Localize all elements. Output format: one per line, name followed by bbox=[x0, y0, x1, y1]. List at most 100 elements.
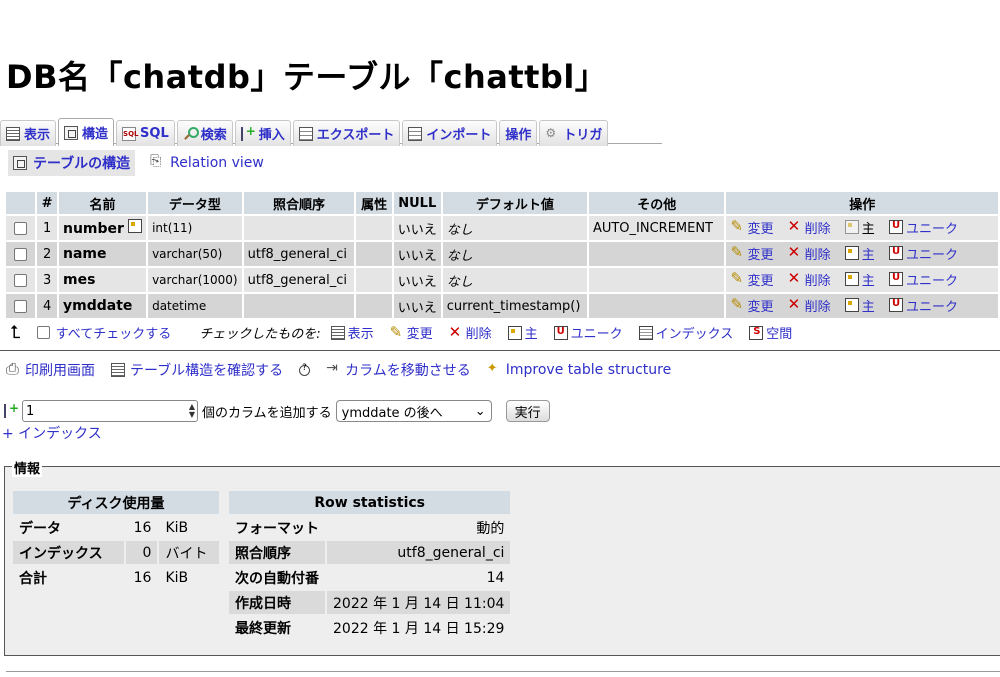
header-attributes: 属性 bbox=[356, 192, 392, 214]
pencil-icon bbox=[730, 243, 744, 261]
check-all-checkbox[interactable] bbox=[36, 326, 50, 339]
arrow-up-left-icon: ⮤ bbox=[10, 322, 21, 343]
tab-structure[interactable]: 構造 bbox=[58, 118, 115, 146]
row-checkbox[interactable] bbox=[14, 221, 28, 235]
drop-button[interactable]: 削除 bbox=[788, 269, 831, 289]
change-button[interactable]: 変更 bbox=[730, 243, 773, 263]
subnav-table-structure[interactable]: テーブルの構造 bbox=[8, 150, 136, 176]
change-button[interactable]: 変更 bbox=[730, 295, 773, 315]
unique-button[interactable]: ユニーク bbox=[888, 244, 958, 263]
column-null: いいえ bbox=[393, 294, 441, 318]
header-collation: 照合順序 bbox=[243, 192, 355, 214]
change-button[interactable]: 変更 bbox=[730, 269, 773, 289]
table-row: 2 name varchar(50) utf8_general_ci いいえ な… bbox=[6, 242, 998, 266]
primary-button-disabled: 主 bbox=[844, 218, 875, 237]
row-statistics-table: Row statistics フォーマット 動的 照合順序 utf8_gener… bbox=[227, 489, 512, 641]
structure-icon bbox=[13, 156, 27, 170]
move-columns-link[interactable]: カラムを移動させる bbox=[326, 360, 471, 380]
structure-icon bbox=[64, 125, 79, 140]
help-icon[interactable] bbox=[299, 363, 311, 376]
tab-insert[interactable]: 挿入 bbox=[234, 120, 291, 146]
primary-button[interactable]: 主 bbox=[844, 296, 875, 315]
tab-import[interactable]: インポート bbox=[402, 120, 498, 146]
browse-icon bbox=[6, 126, 20, 141]
primary-key-icon bbox=[844, 272, 859, 287]
unique-button[interactable]: ユニーク bbox=[888, 296, 958, 315]
column-attributes bbox=[356, 242, 392, 266]
drop-button[interactable]: 削除 bbox=[788, 295, 831, 315]
unique-icon bbox=[888, 220, 903, 235]
unique-icon bbox=[888, 246, 903, 261]
go-button[interactable]: 実行 bbox=[505, 400, 550, 422]
bulk-actions-bar: ⮤ すべてチェックする チェックしたものを: 表示 変更 削除 主 ユニーク イ… bbox=[10, 322, 802, 343]
bulk-spatial-button[interactable]: 空間 bbox=[749, 323, 792, 342]
table-row: 1 number int(11) いいえ なし AUTO_INCREMENT 変… bbox=[6, 216, 998, 240]
column-type: varchar(1000) bbox=[148, 268, 242, 292]
check-all-link[interactable]: すべてチェックする bbox=[56, 323, 172, 342]
unique-icon bbox=[888, 272, 903, 287]
row-num: 2 bbox=[37, 242, 57, 266]
info-fieldset: 情報 ディスク使用量 データ 16 KiB インデックス 0 バイト 合計 16… bbox=[4, 458, 1000, 656]
row-checkbox[interactable] bbox=[14, 247, 28, 261]
unique-button[interactable]: ユニーク bbox=[888, 270, 958, 289]
stepper-icon[interactable]: ▲ ▼ bbox=[189, 403, 195, 419]
column-name: name bbox=[62, 246, 107, 262]
column-collation: utf8_general_ci bbox=[243, 268, 355, 292]
delete-icon bbox=[788, 269, 802, 287]
unique-button[interactable]: ユニーク bbox=[888, 218, 958, 237]
print-view-link[interactable]: 印刷用画面 bbox=[6, 359, 95, 380]
bulk-drop-button[interactable]: 削除 bbox=[449, 323, 492, 343]
primary-key-icon bbox=[844, 298, 859, 313]
bulk-browse-button[interactable]: 表示 bbox=[330, 323, 374, 342]
table-icon bbox=[111, 363, 125, 377]
column-name: ymddate bbox=[62, 298, 133, 314]
tab-export[interactable]: エクスポート bbox=[292, 120, 401, 146]
row-num: 1 bbox=[37, 216, 57, 240]
subnav-relation-view[interactable]: Relation view bbox=[145, 152, 269, 174]
add-column-form: 1▲▼ 個のカラムを追加する ymddate の後へ⌄ 実行 bbox=[4, 400, 550, 422]
bulk-primary-button[interactable]: 主 bbox=[507, 323, 538, 342]
spatial-icon bbox=[749, 325, 764, 340]
tab-operations[interactable]: 操作 bbox=[6, 120, 538, 491]
column-name: mes bbox=[62, 272, 96, 288]
column-type: datetime bbox=[148, 294, 242, 318]
tab-sql[interactable]: SQL SQL bbox=[116, 120, 175, 146]
column-extra bbox=[588, 242, 725, 266]
drop-button[interactable]: 削除 bbox=[788, 243, 831, 263]
column-collation bbox=[243, 294, 355, 318]
header-null: NULL bbox=[393, 192, 441, 214]
primary-key-icon bbox=[844, 246, 859, 261]
structure-tools: 印刷用画面 テーブル構造を確認する カラムを移動させる Improve tabl… bbox=[6, 359, 671, 380]
move-columns-icon bbox=[326, 360, 340, 377]
bulk-change-button[interactable]: 変更 bbox=[390, 323, 433, 343]
tab-search[interactable]: 検索 bbox=[176, 120, 233, 146]
primary-button[interactable]: 主 bbox=[844, 270, 875, 289]
header-name: 名前 bbox=[58, 192, 147, 214]
improve-structure-link[interactable]: Improve table structure bbox=[487, 361, 671, 378]
delete-icon bbox=[788, 243, 802, 261]
primary-button[interactable]: 主 bbox=[844, 244, 875, 263]
column-null: いいえ bbox=[393, 268, 441, 292]
triggers-icon bbox=[545, 126, 559, 141]
row-checkbox[interactable] bbox=[14, 299, 28, 313]
table-row: フォーマット 動的 bbox=[229, 516, 511, 539]
pencil-icon bbox=[730, 295, 744, 313]
propose-structure-link[interactable]: テーブル構造を確認する bbox=[111, 360, 283, 380]
column-position-select[interactable]: ymddate の後へ ⌄ bbox=[335, 400, 492, 422]
column-count-input[interactable]: 1 ▲ ▼ bbox=[22, 400, 198, 422]
tab-browse[interactable]: 表示 bbox=[0, 120, 57, 146]
tab-triggers[interactable]: トリガ bbox=[539, 120, 609, 146]
drop-button[interactable]: 削除 bbox=[788, 217, 831, 237]
bulk-unique-button[interactable]: ユニーク bbox=[553, 323, 623, 342]
table-row: 3 mes varchar(1000) utf8_general_ci いいえ … bbox=[6, 268, 998, 292]
bulk-index-button[interactable]: インデックス bbox=[638, 323, 733, 342]
divider bbox=[0, 350, 1000, 351]
info-legend: 情報 bbox=[12, 458, 43, 477]
row-checkbox[interactable] bbox=[14, 273, 28, 287]
add-index-link[interactable]: + インデックス bbox=[2, 423, 102, 443]
column-default: なし bbox=[442, 216, 587, 240]
tab-bar: 表示 構造 SQLSQL 検索 挿入 エクスポート インポート 操作 トリガ bbox=[0, 118, 662, 491]
delete-icon bbox=[788, 217, 802, 235]
table-header-row: # 名前 データ型 照合順序 属性 NULL デフォルト値 その他 操作 bbox=[6, 192, 998, 214]
change-button[interactable]: 変更 bbox=[730, 217, 773, 237]
